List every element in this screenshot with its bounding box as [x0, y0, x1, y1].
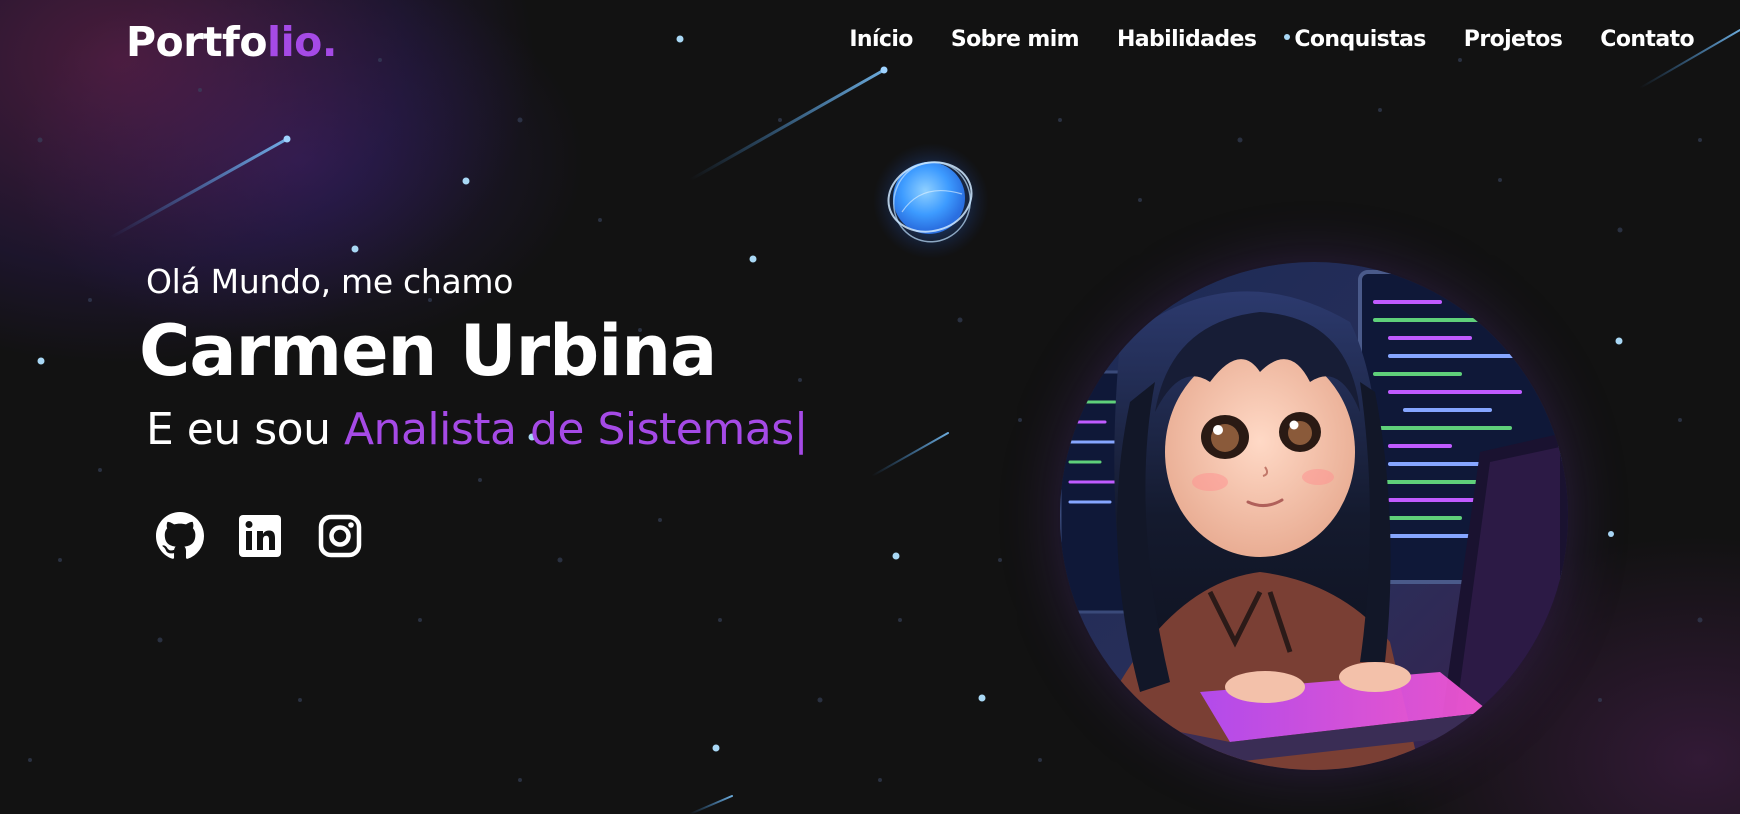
github-icon — [156, 512, 204, 559]
instagram-link[interactable] — [316, 512, 364, 560]
profile-avatar-image — [1060, 262, 1568, 770]
nav-item-sobre-mim[interactable]: Sobre mim — [951, 22, 1080, 58]
typing-cursor: | — [793, 404, 809, 455]
instagram-icon — [318, 514, 362, 558]
hero-name: Carmen Urbina — [139, 310, 717, 392]
linkedin-icon — [239, 515, 281, 557]
nav-item-conquistas[interactable]: Conquistas — [1294, 22, 1426, 58]
portfolio-page: Portfolio. Início Sobre mim Habilidades … — [0, 0, 1740, 814]
hero-role-line: E eu sou Analista de Sistemas| — [146, 401, 808, 459]
logo[interactable]: Portfolio. — [126, 14, 337, 70]
linkedin-link[interactable] — [236, 512, 284, 560]
role-prefix: E eu sou — [146, 404, 344, 455]
nav-item-inicio[interactable]: Início — [849, 22, 913, 58]
social-links — [156, 512, 364, 560]
nav-item-habilidades[interactable]: Habilidades — [1117, 22, 1257, 58]
logo-main: Portfo — [126, 18, 268, 66]
github-link[interactable] — [156, 512, 204, 560]
hero-greeting: Olá Mundo, me chamo — [146, 262, 514, 301]
nav-item-contato[interactable]: Contato — [1600, 22, 1694, 58]
logo-accent: lio. — [267, 18, 337, 66]
main-nav: Início Sobre mim Habilidades Conquistas … — [849, 22, 1694, 58]
glowing-orb-decoration — [873, 143, 989, 259]
nav-item-projetos[interactable]: Projetos — [1464, 22, 1563, 58]
role-text: Analista de Sistemas — [343, 404, 794, 455]
